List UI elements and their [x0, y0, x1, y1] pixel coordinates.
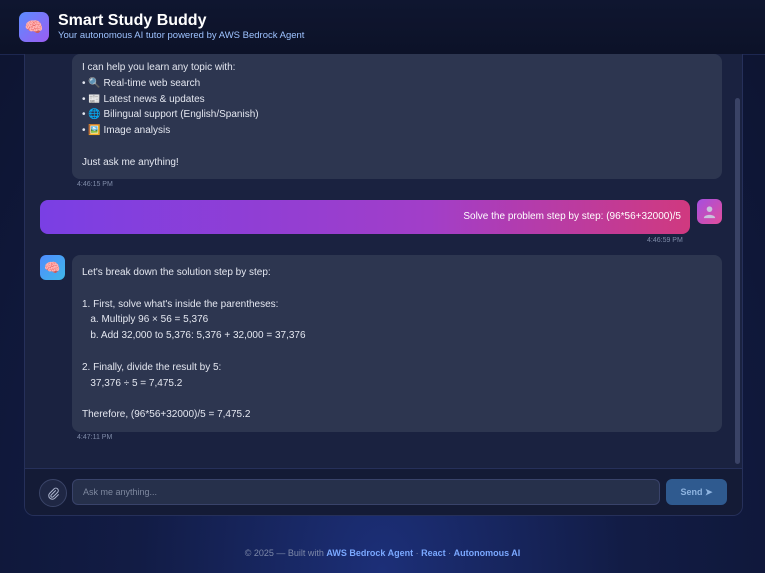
footer-link-react[interactable]: React: [421, 548, 446, 558]
attach-button[interactable]: [39, 479, 67, 507]
brain-logo-icon: 🧠: [19, 12, 49, 42]
message-line: b. Add 32,000 to 5,376: 5,376 + 32,000 =…: [82, 330, 306, 342]
user-icon: [703, 206, 716, 219]
app-title: Smart Study Buddy: [58, 12, 207, 29]
bot-message-welcome: I can help you learn any topic with: • 🔍…: [72, 54, 722, 179]
message-line: 1. First, solve what's inside the parent…: [82, 298, 279, 310]
user-message: Solve the problem step by step: (96*56+3…: [40, 200, 690, 234]
chat-scrollbar[interactable]: [735, 98, 740, 464]
composer-bar: Send ➤: [25, 468, 742, 515]
message-line: [82, 391, 712, 407]
message-line: [82, 139, 712, 155]
message-line: [82, 281, 712, 297]
message-timestamp: 4:46:59 PM: [647, 237, 683, 244]
app-subtitle: Your autonomous AI tutor powered by AWS …: [58, 30, 305, 41]
chat-panel[interactable]: I can help you learn any topic with: • 🔍…: [24, 54, 743, 516]
footer-link-autonomous-ai[interactable]: Autonomous AI: [454, 548, 521, 558]
footer-separator: ·: [445, 548, 454, 558]
message-line: Therefore, (96*56+32000)/5 = 7,475.2: [82, 409, 251, 421]
message-timestamp: 4:46:15 PM: [77, 181, 113, 188]
footer-link-aws-bedrock[interactable]: AWS Bedrock Agent: [326, 548, 413, 558]
footer: © 2025 — Built with AWS Bedrock Agent · …: [0, 548, 765, 558]
message-input[interactable]: [72, 479, 660, 505]
message-timestamp: 4:47:11 PM: [77, 434, 113, 441]
message-line: 2. Finally, divide the result by 5:: [82, 361, 222, 373]
footer-text: © 2025 — Built with: [244, 548, 327, 558]
bot-avatar: 🧠: [40, 255, 65, 280]
message-line: Let's break down the solution step by st…: [82, 267, 271, 278]
app-header: 🧠 Smart Study Buddy Your autonomous AI t…: [0, 0, 765, 55]
message-line: 37,376 ÷ 5 = 7,475.2: [82, 377, 183, 389]
message-line: [82, 344, 712, 360]
message-line: • 🌐 Bilingual support (English/Spanish): [82, 109, 259, 121]
paperclip-icon: [47, 487, 59, 500]
message-line: Just ask me anything!: [82, 156, 179, 168]
bot-message-answer: Let's break down the solution step by st…: [72, 255, 722, 432]
user-avatar: [697, 199, 722, 224]
message-line: • 🔍 Real-time web search: [82, 77, 201, 89]
send-button[interactable]: Send ➤: [666, 479, 727, 505]
message-line: a. Multiply 96 × 56 = 5,376: [82, 314, 209, 326]
message-line: I can help you learn any topic with:: [82, 62, 236, 73]
message-line: • 📰 Latest news & updates: [82, 93, 205, 105]
footer-separator: ·: [413, 548, 422, 558]
message-line: • 🖼️ Image analysis: [82, 125, 171, 137]
